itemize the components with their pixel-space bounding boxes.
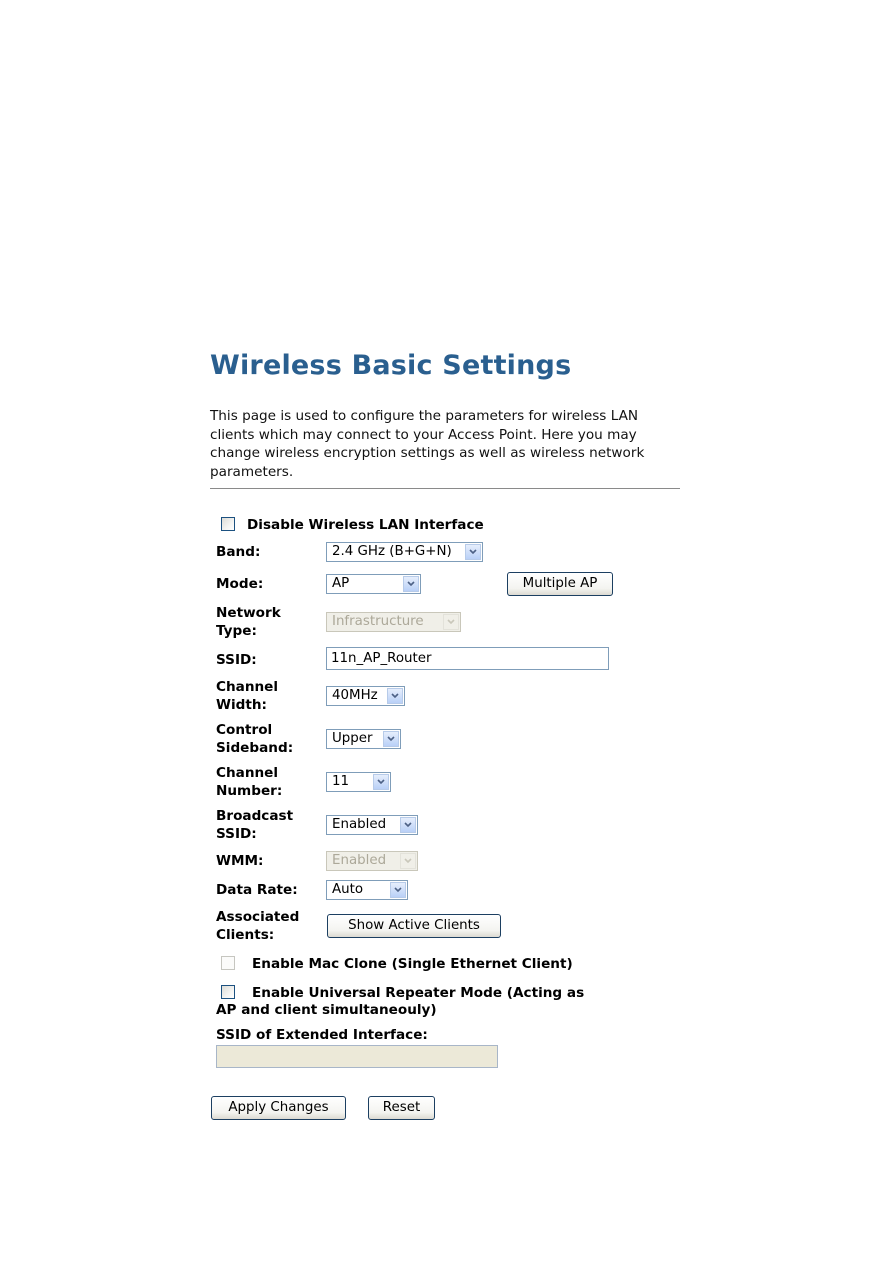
- network-type-label: Network Type:: [216, 605, 281, 640]
- mac-clone-label: Enable Mac Clone (Single Ethernet Client…: [252, 956, 573, 972]
- channel-number-label-line1: Channel: [216, 765, 279, 781]
- channel-number-select[interactable]: 11: [326, 772, 391, 792]
- divider: [210, 488, 680, 489]
- band-select[interactable]: 2.4 GHz (B+G+N): [326, 542, 483, 562]
- disable-wlan-checkbox[interactable]: [221, 517, 235, 531]
- mac-clone-checkbox[interactable]: [221, 956, 235, 970]
- chevron-down-icon: [400, 817, 416, 833]
- broadcast-ssid-label-line1: Broadcast: [216, 808, 294, 824]
- wmm-label: WMM:: [216, 853, 264, 869]
- network-type-label-line1: Network: [216, 605, 281, 621]
- universal-repeater-label-line1: Enable Universal Repeater Mode (Acting a…: [252, 985, 585, 1001]
- mode-value: AP: [332, 576, 350, 591]
- wmm-select[interactable]: Enabled: [326, 851, 418, 871]
- channel-width-value: 40MHz: [332, 688, 378, 703]
- broadcast-ssid-label: Broadcast SSID:: [216, 808, 293, 843]
- wmm-value: Enabled: [332, 853, 387, 868]
- chevron-down-icon: [373, 774, 389, 790]
- chevron-down-icon: [387, 688, 403, 704]
- channel-width-label-line2: Width:: [216, 696, 267, 713]
- disable-wlan-label: Disable Wireless LAN Interface: [247, 517, 484, 533]
- extended-ssid-input[interactable]: [216, 1045, 498, 1068]
- page-title: Wireless Basic Settings: [210, 350, 572, 381]
- multiple-ap-button[interactable]: Multiple AP: [507, 572, 613, 596]
- channel-width-select[interactable]: 40MHz: [326, 686, 405, 706]
- page-description: This page is used to configure the param…: [210, 408, 645, 480]
- network-type-label-line2: Type:: [216, 622, 257, 639]
- broadcast-ssid-select[interactable]: Enabled: [326, 815, 418, 835]
- apply-changes-button[interactable]: Apply Changes: [211, 1096, 346, 1120]
- chevron-down-icon: [465, 544, 481, 560]
- mode-label: Mode:: [216, 576, 264, 592]
- broadcast-ssid-label-line2: SSID:: [216, 825, 257, 842]
- chevron-down-icon: [383, 731, 399, 747]
- reset-button[interactable]: Reset: [368, 1096, 435, 1120]
- band-label: Band:: [216, 544, 261, 560]
- control-sideband-label: Control Sideband:: [216, 722, 293, 757]
- chevron-down-icon: [390, 882, 406, 898]
- network-type-select[interactable]: Infrastructure: [326, 612, 461, 632]
- data-rate-label: Data Rate:: [216, 882, 298, 898]
- universal-repeater-label-line2: AP and client simultaneouly): [216, 1002, 437, 1018]
- control-sideband-value: Upper: [332, 731, 373, 746]
- ssid-label: SSID:: [216, 652, 257, 668]
- mode-select[interactable]: AP: [326, 574, 421, 594]
- network-type-value: Infrastructure: [332, 614, 424, 629]
- channel-width-label-line1: Channel: [216, 679, 279, 695]
- data-rate-select[interactable]: Auto: [326, 880, 408, 900]
- data-rate-value: Auto: [332, 882, 364, 897]
- associated-clients-label-line1: Associated: [216, 909, 300, 925]
- ssid-input[interactable]: 11n_AP_Router: [326, 647, 609, 670]
- channel-width-label: Channel Width:: [216, 679, 278, 714]
- control-sideband-select[interactable]: Upper: [326, 729, 401, 749]
- associated-clients-label: Associated Clients:: [216, 909, 299, 944]
- band-value: 2.4 GHz (B+G+N): [332, 544, 452, 559]
- channel-number-label-line2: Number:: [216, 782, 283, 799]
- chevron-down-icon: [443, 614, 459, 630]
- extended-ssid-label: SSID of Extended Interface:: [216, 1027, 428, 1043]
- control-sideband-label-line2: Sideband:: [216, 739, 294, 756]
- chevron-down-icon: [403, 576, 419, 592]
- associated-clients-label-line2: Clients:: [216, 926, 275, 943]
- channel-number-label: Channel Number:: [216, 765, 282, 800]
- show-active-clients-button[interactable]: Show Active Clients: [327, 914, 501, 938]
- broadcast-ssid-value: Enabled: [332, 817, 387, 832]
- chevron-down-icon: [400, 853, 416, 869]
- channel-number-value: 11: [332, 774, 350, 789]
- control-sideband-label-line1: Control: [216, 722, 273, 738]
- universal-repeater-checkbox[interactable]: [221, 985, 235, 999]
